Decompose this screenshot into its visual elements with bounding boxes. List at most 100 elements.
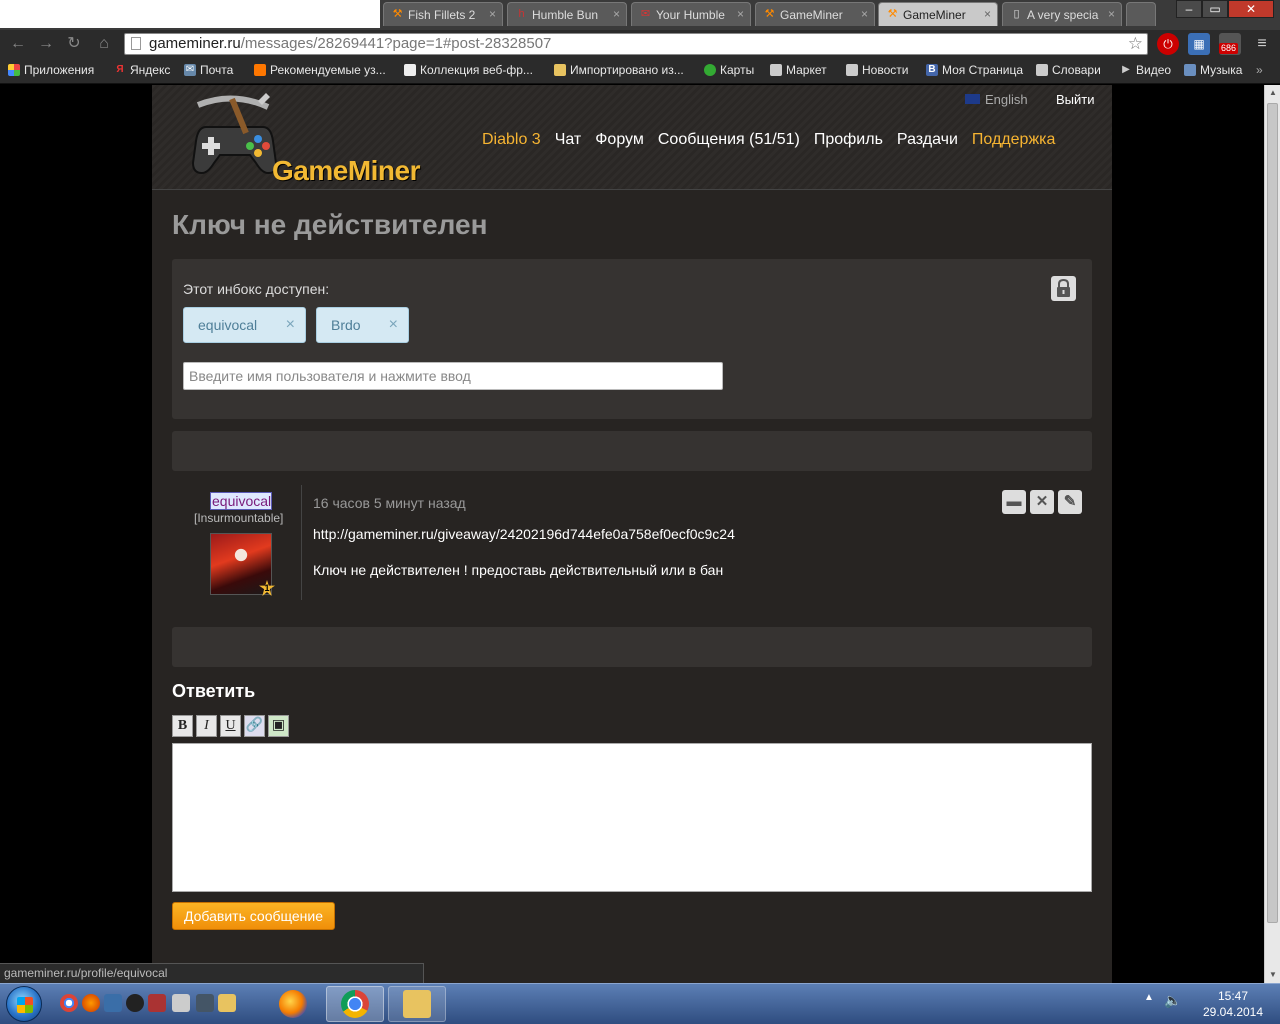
bookmark-news[interactable]: Новости xyxy=(846,63,908,77)
close-window-button[interactable]: ✕ xyxy=(1228,0,1274,18)
nav-forum[interactable]: Форум xyxy=(595,131,644,148)
lock-icon[interactable] xyxy=(1051,276,1076,301)
reply-textarea[interactable] xyxy=(172,743,1092,892)
nav-chat[interactable]: Чат xyxy=(555,131,582,148)
chrome-menu-icon[interactable]: ≡ xyxy=(1252,34,1272,54)
bookmark-maps[interactable]: Карты xyxy=(704,63,754,77)
bookmark-my-page[interactable]: B Моя Страница xyxy=(926,63,1023,77)
home-icon[interactable]: ⌂ xyxy=(94,34,114,54)
nav-messages[interactable]: Сообщения (51/51) xyxy=(658,131,800,148)
quote-comment-icon[interactable]: ▬ xyxy=(1002,490,1026,514)
close-icon[interactable]: × xyxy=(737,7,744,21)
bookmark-label: Коллекция веб-фр... xyxy=(420,63,533,77)
bookmark-market[interactable]: Маркет xyxy=(770,63,827,77)
post-giveaway-link[interactable]: http://gameminer.ru/giveaway/24202196d74… xyxy=(313,526,735,542)
language-switch[interactable]: English xyxy=(965,92,1028,107)
browser-tab-6[interactable]: ▯ A very specia × xyxy=(1002,2,1122,26)
nav-diablo3[interactable]: Diablo 3 xyxy=(482,131,541,148)
tab-title: Fish Fillets 2 xyxy=(408,8,476,22)
page-icon xyxy=(131,37,141,50)
minimize-window-button[interactable]: – xyxy=(1176,0,1202,18)
maximize-window-button[interactable]: ▭ xyxy=(1202,0,1228,18)
add-user-input[interactable] xyxy=(183,362,723,390)
nav-giveaways[interactable]: Раздачи xyxy=(897,131,958,148)
bookmark-label: Моя Страница xyxy=(942,63,1024,77)
close-icon[interactable]: × xyxy=(613,7,620,21)
forward-arrow-icon[interactable]: → xyxy=(36,34,56,54)
address-bar[interactable]: gameminer.ru/messages/28269441?page=1#po… xyxy=(124,33,1148,55)
new-tab-button[interactable] xyxy=(1126,2,1156,26)
browser-status-bar: gameminer.ru/profile/equivocal xyxy=(0,963,424,983)
bookmark-yandex[interactable]: Я Яндекс xyxy=(114,63,170,77)
bookmark-music[interactable]: Музыка xyxy=(1184,63,1242,77)
more-bookmarks-chevron-icon[interactable]: » xyxy=(1256,63,1263,77)
firefox-quicklaunch-icon[interactable] xyxy=(82,994,100,1012)
browser-tab-2[interactable]: h Humble Bun × xyxy=(507,2,627,26)
app-quicklaunch-icon[interactable] xyxy=(196,994,214,1012)
insert-image-icon[interactable]: ▣ xyxy=(268,715,289,737)
taskbar-explorer[interactable] xyxy=(388,986,446,1022)
scroll-down-arrow-icon[interactable]: ▼ xyxy=(1265,967,1280,983)
close-icon[interactable]: × xyxy=(489,7,496,21)
remove-participant-close-icon[interactable]: × xyxy=(286,308,295,342)
browser-tab-3[interactable]: ✉ Your Humble × xyxy=(631,2,751,26)
post-divider xyxy=(301,485,302,600)
browser-tab-4[interactable]: ⚒ GameMiner × xyxy=(755,2,875,26)
app-quicklaunch-icon[interactable] xyxy=(172,994,190,1012)
bookmark-video[interactable]: ▶ Видео xyxy=(1120,63,1171,77)
participant-chip: Brdo × xyxy=(316,307,409,343)
back-arrow-icon[interactable]: ← xyxy=(8,34,28,54)
bookmark-dictionaries[interactable]: Словари xyxy=(1036,63,1101,77)
browser-tab-5-active[interactable]: ⚒ GameMiner × xyxy=(878,2,998,26)
close-icon[interactable]: × xyxy=(1108,7,1115,21)
bookmark-star-icon[interactable]: ☆ xyxy=(1128,34,1143,54)
nav-profile[interactable]: Профиль xyxy=(814,131,883,148)
bookmark-collection[interactable]: Коллекция веб-фр... xyxy=(404,63,533,77)
close-icon[interactable]: × xyxy=(984,7,991,21)
volume-icon[interactable]: 🔈 xyxy=(1164,992,1181,1009)
add-message-button[interactable]: Добавить сообщение xyxy=(172,902,335,930)
reload-icon[interactable]: ↻ xyxy=(64,34,84,54)
show-hidden-icons-arrow[interactable]: ▲ xyxy=(1144,992,1154,1003)
system-clock[interactable]: 15:47 29.04.2014 xyxy=(1196,988,1270,1020)
page-scrollbar[interactable]: ▲ ▼ xyxy=(1264,85,1280,983)
author-link[interactable]: equivocal xyxy=(210,492,272,510)
bookmark-recommended[interactable]: Рекомендуемые уз... xyxy=(254,63,386,77)
page-title: Ключ не действителен xyxy=(172,209,488,240)
bookmark-apps[interactable]: Приложения xyxy=(8,63,94,77)
apps-grid-icon[interactable]: ▦ xyxy=(1188,33,1210,55)
mail-icon: ✉ xyxy=(184,64,196,76)
recommended-icon xyxy=(254,64,266,76)
browser-tab-1[interactable]: ⚒ Fish Fillets 2 × xyxy=(383,2,503,26)
logout-link[interactable]: Выйти xyxy=(1056,92,1095,107)
humble-favicon-icon: h xyxy=(518,8,525,20)
bookmark-mail[interactable]: ✉ Почта xyxy=(184,63,233,77)
app-quicklaunch-icon[interactable] xyxy=(148,994,166,1012)
italic-button[interactable]: I xyxy=(196,715,217,737)
tab-strip-blank-area xyxy=(0,0,380,28)
extension-icon[interactable]: 686 xyxy=(1219,33,1241,55)
clock-time: 15:47 xyxy=(1217,989,1249,1003)
desktop-quicklaunch-icon[interactable] xyxy=(104,994,122,1012)
play-icon: ▶ xyxy=(1122,64,1130,75)
info-quicklaunch-icon[interactable] xyxy=(126,994,144,1012)
underline-button[interactable]: U xyxy=(220,715,241,737)
bookmark-imported[interactable]: Импортировано из... xyxy=(554,63,684,77)
taskbar-chrome-active[interactable] xyxy=(326,986,384,1022)
start-button[interactable] xyxy=(6,986,42,1022)
scroll-up-arrow-icon[interactable]: ▲ xyxy=(1265,85,1280,101)
adblock-icon[interactable]: ⏻ xyxy=(1157,33,1179,55)
remove-participant-close-icon[interactable]: × xyxy=(389,308,398,342)
folder-quicklaunch-icon[interactable] xyxy=(218,994,236,1012)
chrome-quicklaunch-icon[interactable] xyxy=(60,994,78,1012)
insert-link-icon[interactable]: 🔗 xyxy=(244,715,265,737)
avatar[interactable]: 1 xyxy=(210,533,275,596)
close-icon[interactable]: × xyxy=(861,7,868,21)
taskbar-firefox[interactable] xyxy=(264,986,322,1022)
bold-button[interactable]: B xyxy=(172,715,193,737)
edit-pencil-icon[interactable]: ✎ xyxy=(1058,490,1082,514)
nav-support[interactable]: Поддержка xyxy=(972,131,1055,148)
delete-x-icon[interactable]: ✕ xyxy=(1030,490,1054,514)
scrollbar-thumb[interactable] xyxy=(1267,103,1278,923)
site-logo[interactable]: GameMiner xyxy=(188,93,421,186)
